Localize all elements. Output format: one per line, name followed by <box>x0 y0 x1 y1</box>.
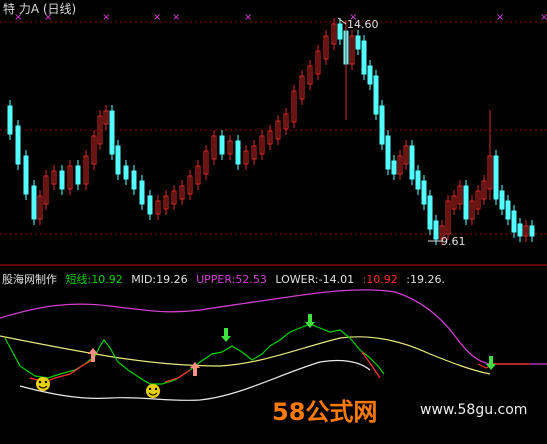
candle-body <box>511 210 517 233</box>
candle-body <box>109 110 115 155</box>
candle-body <box>219 135 225 155</box>
candle-body <box>115 145 121 175</box>
candle-body <box>361 40 367 75</box>
candle-body <box>337 23 343 40</box>
candle-body <box>123 165 129 180</box>
candle-body <box>139 180 145 205</box>
candle-body <box>499 190 505 210</box>
short-line-red-segment-2 <box>164 369 191 383</box>
candlesticks <box>7 18 535 245</box>
x-mark-icon: × <box>540 12 547 23</box>
candle-body <box>391 160 397 175</box>
watermark-brand-text: 58公式网 <box>272 398 378 426</box>
candle-body <box>75 165 81 185</box>
x-mark-icon: × <box>153 12 161 23</box>
watermark-brand: 58公式网 <box>272 392 377 427</box>
candle-body <box>517 223 523 237</box>
candle-body <box>409 145 415 180</box>
candle-body <box>23 155 29 195</box>
candle-body <box>385 135 391 170</box>
candle-body <box>463 185 469 220</box>
x-mark-icon: × <box>172 12 180 23</box>
upper-band <box>0 289 547 365</box>
watermark-url: www.58gu.com <box>420 402 528 418</box>
candle-body <box>31 185 37 220</box>
candle-body <box>421 180 427 205</box>
smile-icon <box>36 377 50 391</box>
candle-body <box>367 65 373 85</box>
peak-price-label: 14.60 <box>347 18 379 31</box>
x-mark-icon: × <box>102 12 110 23</box>
candle-body <box>15 125 21 165</box>
peak-arrow-icon <box>337 17 347 25</box>
price-chart: × × × × × × × × × <box>0 12 547 266</box>
window-title: 特 力A (日线) <box>3 2 77 16</box>
low-price-label: 9.61 <box>441 235 466 248</box>
candle-body <box>493 155 499 200</box>
candle-body <box>415 170 421 190</box>
x-mark-icon: × <box>244 12 252 23</box>
down-arrow-icon <box>221 328 231 342</box>
candle-body <box>433 220 439 240</box>
candle-body <box>355 35 361 50</box>
candle-body <box>529 225 535 237</box>
candle-body <box>427 195 433 230</box>
candle-body <box>131 170 137 190</box>
candle-body <box>379 105 385 145</box>
smile-icon <box>146 384 160 398</box>
candle-body <box>7 105 13 135</box>
signal-x-marks: × × × × × × × × × <box>14 12 547 23</box>
candle-body <box>373 75 379 115</box>
candle-body <box>59 170 65 190</box>
x-mark-icon: × <box>496 12 504 23</box>
candle-body <box>147 195 153 215</box>
candle-body <box>505 200 511 220</box>
candle-body <box>235 140 241 165</box>
